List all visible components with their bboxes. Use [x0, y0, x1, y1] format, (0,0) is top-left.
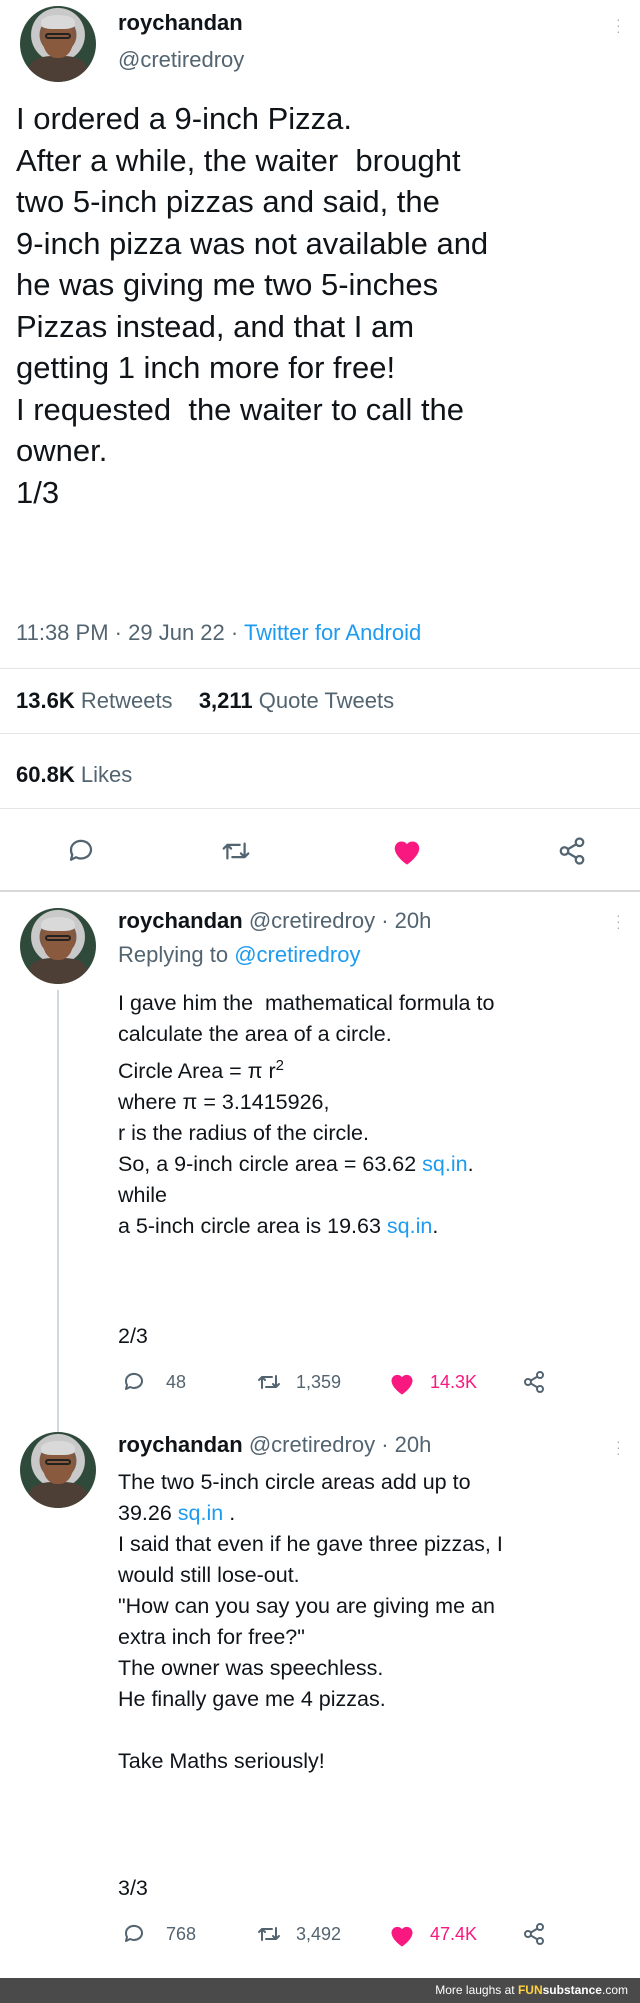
reply-count: 768	[166, 1924, 197, 1944]
tweet-line: I ordered a 9-inch Pizza.	[16, 101, 353, 136]
period: .	[467, 1152, 474, 1177]
watermark-text: More laughs at FUNsubstance.com	[435, 1983, 628, 1997]
avatar[interactable]	[20, 6, 96, 82]
tweet-line: owner.	[16, 433, 108, 468]
tweet-line: After a while, the waiter brought	[16, 142, 461, 178]
tweet-header: roychandan @cretiredroy · 20h	[118, 908, 431, 934]
formula-text: Circle Area = π r	[118, 1059, 276, 1084]
retweet-stats[interactable]: 13.6K Retweets 3,211 Quote Tweets	[16, 688, 394, 714]
tweet-line: calculate the area of a circle.	[118, 1022, 392, 1046]
likes-stats[interactable]: 60.8K Likes	[16, 762, 132, 788]
display-name[interactable]: roychandan	[118, 10, 243, 36]
area-9-text: So, a 9-inch circle area = 63.62	[118, 1152, 417, 1177]
tweet-line: The owner was speechless.	[118, 1656, 384, 1680]
avatar[interactable]	[20, 1432, 96, 1508]
tweet-body: I gave him the mathematical formula to c…	[118, 988, 633, 1242]
tweet-line: So, a 9-inch circle area = 63.62 sq.in.	[118, 1149, 633, 1180]
watermark-brand-tld[interactable]: .com	[602, 1983, 628, 1997]
unit-link[interactable]: sq.in	[422, 1152, 467, 1176]
tweet-line: "How can you say you are giving me an	[118, 1594, 495, 1618]
like-icon[interactable]	[390, 836, 424, 866]
unit-link[interactable]: sq.in	[387, 1214, 432, 1238]
tweet-line: two 5-inch pizzas and said, the	[16, 184, 440, 219]
tweet-line: I requested the waiter to call the	[16, 391, 465, 427]
handle-time[interactable]: @cretiredroy · 20h	[249, 1432, 432, 1457]
period: .	[432, 1214, 439, 1239]
tweet-date: 29 Jun 22	[128, 620, 225, 645]
retweet-icon[interactable]	[256, 1370, 282, 1394]
share-icon[interactable]	[556, 836, 588, 866]
tweet-line: I said that even if he gave three pizzas…	[118, 1532, 503, 1556]
retweet-count: 1,359	[296, 1372, 342, 1392]
tweet-line: He finally gave me 4 pizzas.	[118, 1687, 386, 1711]
tweet-line: 1/3	[16, 474, 60, 510]
watermark-brand-substance[interactable]: substance	[543, 1983, 602, 1997]
tweet-line: a 5-inch circle area is 19.63 sq.in.	[118, 1211, 633, 1242]
retweet-count: 3,492	[296, 1924, 342, 1944]
sum-value: 39.26	[118, 1501, 172, 1525]
tweet-line: Circle Area = π r2	[118, 1050, 633, 1087]
tweet-line: The two 5-inch circle areas add up to	[118, 1470, 471, 1494]
like-count: 14.3K	[430, 1372, 478, 1392]
quote-tweets-label: Quote Tweets	[258, 688, 395, 713]
tweet-source-link[interactable]: Twitter for Android	[244, 620, 421, 645]
reply-icon[interactable]	[122, 1370, 146, 1394]
formula-superscript: 2	[275, 1057, 284, 1074]
share-icon[interactable]	[522, 1922, 546, 1946]
thread-line	[57, 990, 59, 1440]
like-icon[interactable]	[388, 1922, 416, 1948]
tweet-line: he was giving me two 5-inches	[16, 267, 439, 302]
tweet-line: getting 1 inch more for free!	[16, 350, 396, 385]
display-name[interactable]: roychandan	[118, 908, 243, 933]
likes-count: 60.8K	[16, 762, 75, 787]
retweets-count: 13.6K	[16, 688, 75, 713]
more-options-icon[interactable]: · · ·	[616, 908, 621, 934]
area-5-text: a 5-inch circle area is 19.63	[118, 1214, 381, 1239]
tweet-meta: 11:38 PM · 29 Jun 22 · Twitter for Andro…	[16, 620, 422, 645]
tweet-line: extra inch for free?"	[118, 1625, 305, 1649]
tweet-header: roychandan @cretiredroy · 20h	[118, 1432, 431, 1458]
reply-icon[interactable]	[122, 1922, 146, 1946]
retweet-icon[interactable]	[220, 836, 252, 866]
tweet-line: Pizzas instead, and that I am	[16, 308, 415, 344]
unit-suffix: .	[223, 1501, 236, 1525]
tweet-body: The two 5-inch circle areas add up to 39…	[118, 1467, 633, 1777]
likes-label: Likes	[80, 762, 133, 787]
reply-icon[interactable]	[66, 836, 96, 866]
tweet-body: I ordered a 9-inch Pizza. After a while,…	[16, 98, 636, 513]
retweet-icon[interactable]	[256, 1922, 282, 1946]
share-icon[interactable]	[522, 1370, 546, 1394]
display-name[interactable]: roychandan	[118, 1432, 243, 1457]
reply-count: 48	[166, 1372, 187, 1392]
more-options-icon[interactable]: · · ·	[616, 1434, 621, 1460]
replying-to: Replying to @cretiredroy	[118, 942, 360, 968]
like-icon[interactable]	[388, 1370, 416, 1396]
more-options-icon[interactable]: · · ·	[616, 12, 621, 38]
unit-link[interactable]: sq.in	[178, 1501, 223, 1525]
tweet-line: r is the radius of the circle.	[118, 1121, 369, 1146]
thread-page: 3/3	[118, 1876, 148, 1900]
tweet-line: would still lose-out.	[118, 1563, 300, 1587]
retweets-label: Retweets	[80, 688, 173, 713]
handle-time[interactable]: @cretiredroy · 20h	[249, 908, 432, 933]
handle[interactable]: @cretiredroy	[118, 47, 244, 73]
like-count: 47.4K	[430, 1924, 478, 1944]
quote-tweets-count: 3,211	[198, 688, 253, 713]
thread-page: 2/3	[118, 1324, 148, 1348]
watermark-brand-fun[interactable]: FUN	[518, 1983, 543, 1997]
avatar[interactable]	[20, 908, 96, 984]
tweet-line: Take Maths seriously!	[118, 1749, 325, 1773]
tweet-line: 39.26 sq.in .	[118, 1498, 633, 1529]
tweet-line: 9-inch pizza was not available and	[16, 225, 489, 261]
tweet-line: where π = 3.1415926,	[118, 1090, 330, 1115]
tweet-time: 11:38 PM	[16, 620, 109, 645]
watermark-footer: More laughs at FUNsubstance.com	[0, 1978, 640, 2003]
tweet-line: I gave him the mathematical formula to	[118, 991, 495, 1015]
replying-handle-link[interactable]: @cretiredroy	[234, 942, 360, 967]
watermark-prefix: More laughs at	[435, 1983, 518, 1997]
replying-prefix: Replying to	[118, 942, 229, 967]
tweet-line: while	[118, 1183, 167, 1208]
